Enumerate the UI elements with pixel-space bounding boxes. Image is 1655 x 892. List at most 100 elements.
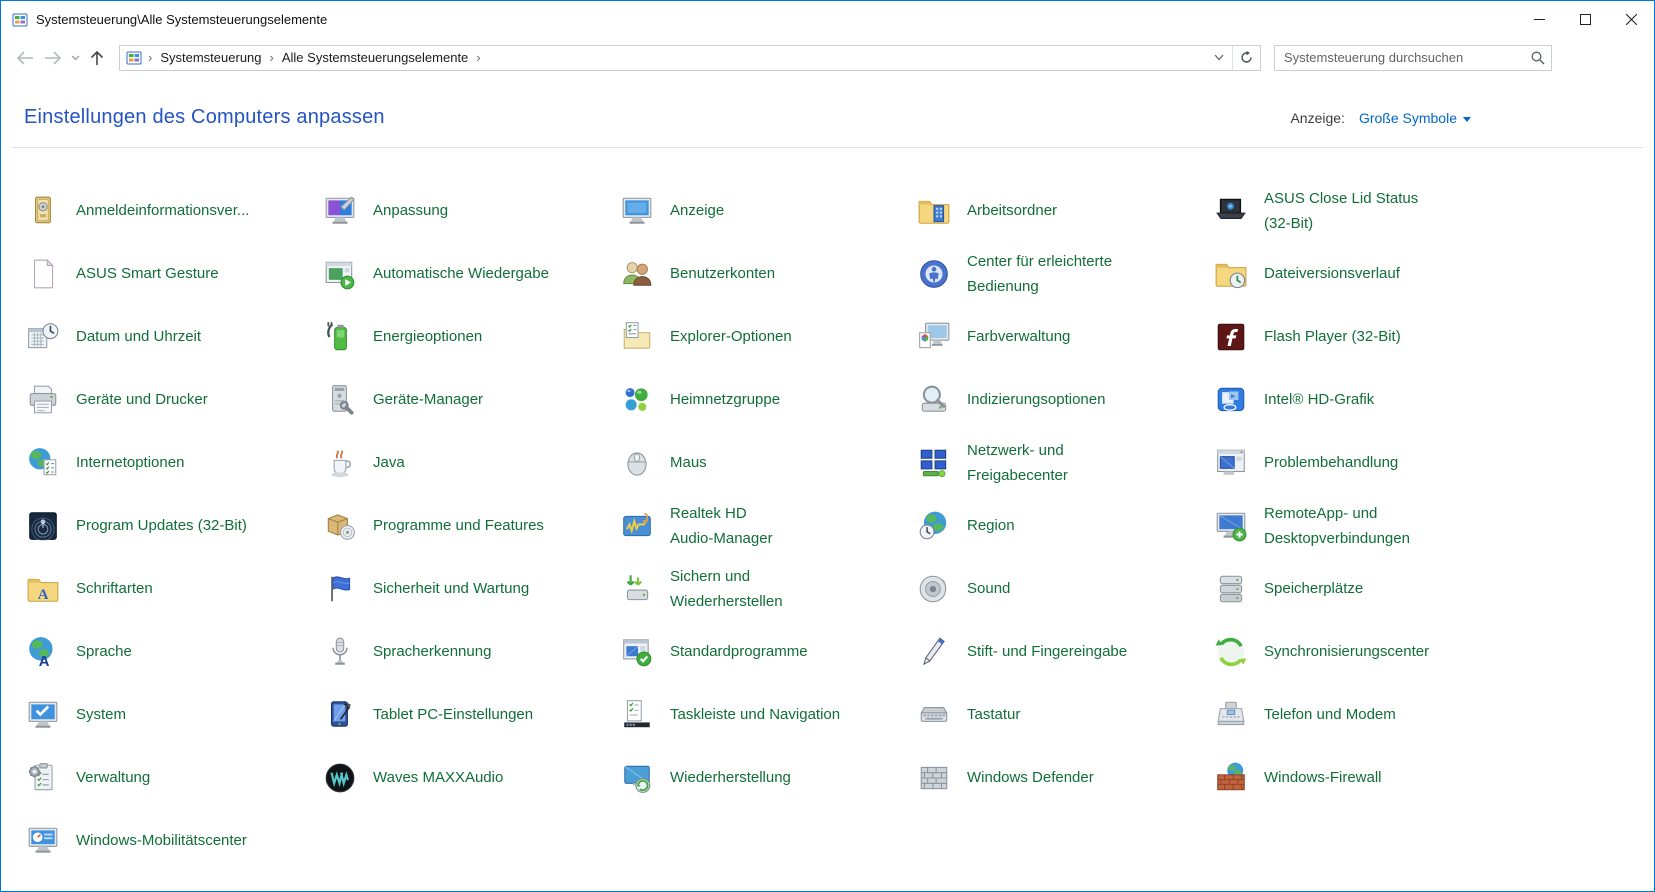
control-panel-item[interactable]: Sicherheit und Wartung — [323, 557, 620, 620]
control-panel-item[interactable]: Stift- und Fingereingabe — [917, 620, 1214, 683]
storage-spaces-icon — [1214, 572, 1248, 606]
breadcrumb-alle-systemsteuerungselemente[interactable]: Alle Systemsteuerungselemente — [276, 50, 474, 65]
mobility-center-icon — [26, 824, 60, 858]
item-label: Center für erleichterte Bedienung — [967, 249, 1112, 299]
forward-button[interactable] — [39, 44, 67, 72]
chevron-down-icon — [1463, 117, 1471, 122]
control-panel-item[interactable]: Geräte und Drucker — [26, 368, 323, 431]
item-label: Farbverwaltung — [967, 324, 1070, 349]
control-panel-item[interactable]: Tablet PC-Einstellungen — [323, 683, 620, 746]
item-label: Sicherheit und Wartung — [373, 576, 529, 601]
maximize-button[interactable] — [1562, 1, 1608, 38]
control-panel-item[interactable]: A Schriftarten — [26, 557, 323, 620]
svg-text:A: A — [38, 587, 49, 603]
control-panel-item[interactable]: Problembehandlung — [1214, 431, 1511, 494]
control-panel-item[interactable]: Taskleiste und Navigation — [620, 683, 917, 746]
item-label: Wiederherstellung — [670, 765, 791, 790]
up-button[interactable] — [83, 44, 111, 72]
control-panel-item[interactable]: Tastatur — [917, 683, 1214, 746]
speech-recognition-icon — [323, 635, 357, 669]
item-label: Geräte-Manager — [373, 387, 483, 412]
control-panel-item[interactable]: Java — [323, 431, 620, 494]
control-panel-item[interactable]: Wiederherstellung — [620, 746, 917, 809]
address-bar[interactable]: › Systemsteuerung › Alle Systemsteuerung… — [119, 45, 1261, 71]
indexing-options-icon — [917, 383, 951, 417]
control-panel-item[interactable]: Synchronisierungscenter — [1214, 620, 1511, 683]
control-panel-item[interactable]: Dateiversionsverlauf — [1214, 242, 1511, 305]
item-label: Indizierungsoptionen — [967, 387, 1105, 412]
control-panel-item[interactable]: Windows Defender — [917, 746, 1214, 809]
search-icon[interactable] — [1525, 51, 1551, 65]
credential-manager-icon — [26, 194, 60, 228]
refresh-button[interactable] — [1232, 46, 1260, 70]
document-icon — [26, 257, 60, 291]
search-box — [1274, 45, 1552, 71]
item-label: Windows-Mobilitätscenter — [76, 828, 247, 853]
control-panel-item[interactable]: A Sprache — [26, 620, 323, 683]
breadcrumb-systemsteuerung[interactable]: Systemsteuerung — [154, 50, 267, 65]
control-panel-item[interactable]: Center für erleichterte Bedienung — [917, 242, 1214, 305]
control-panel-item[interactable]: Anzeige — [620, 179, 917, 242]
waves-maxxaudio-icon — [323, 761, 357, 795]
chevron-right-icon: › — [268, 50, 276, 65]
back-button[interactable] — [11, 44, 39, 72]
item-label: Energieoptionen — [373, 324, 482, 349]
item-label: Stift- und Fingereingabe — [967, 639, 1127, 664]
troubleshooting-icon — [1214, 446, 1248, 480]
control-panel-item[interactable]: Netzwerk- und Freigabecenter — [917, 431, 1214, 494]
navigation-toolbar: › Systemsteuerung › Alle Systemsteuerung… — [1, 38, 1654, 77]
windows-firewall-icon — [1214, 761, 1248, 795]
control-panel-item[interactable]: Telefon und Modem — [1214, 683, 1511, 746]
default-programs-icon — [620, 635, 654, 669]
control-panel-item[interactable]: Waves MAXXAudio — [323, 746, 620, 809]
control-panel-item[interactable]: Indizierungsoptionen — [917, 368, 1214, 431]
control-panel-item[interactable]: Intel® HD-Grafik — [1214, 368, 1511, 431]
item-label: Netzwerk- und Freigabecenter — [967, 438, 1068, 488]
control-panel-item[interactable]: Realtek HD Audio-Manager — [620, 494, 917, 557]
control-panel-item[interactable]: Internetoptionen — [26, 431, 323, 494]
control-panel-item[interactable]: Anmeldeinformationsver... — [26, 179, 323, 242]
svg-text:A: A — [39, 653, 50, 668]
items-grid: Anmeldeinformationsver... Anpassung Anze… — [26, 179, 1511, 872]
control-panel-item[interactable]: Sound — [917, 557, 1214, 620]
control-panel-item[interactable]: Explorer-Optionen — [620, 305, 917, 368]
control-panel-item[interactable]: Anpassung — [323, 179, 620, 242]
control-panel-item[interactable]: ASUS Close Lid Status (32-Bit) — [1214, 179, 1511, 242]
control-panel-item[interactable]: Windows-Mobilitätscenter — [26, 809, 323, 872]
window-title: Systemsteuerung\Alle Systemsteuerungsele… — [36, 12, 1516, 27]
search-input[interactable] — [1275, 47, 1525, 69]
recent-pages-chevron[interactable] — [67, 44, 83, 72]
control-panel-item[interactable]: Farbverwaltung — [917, 305, 1214, 368]
item-label: Waves MAXXAudio — [373, 765, 503, 790]
control-panel-item[interactable]: ASUS Smart Gesture — [26, 242, 323, 305]
keyboard-icon — [917, 698, 951, 732]
control-panel-item[interactable]: Datum und Uhrzeit — [26, 305, 323, 368]
control-panel-item[interactable]: RemoteApp- und Desktopverbindungen — [1214, 494, 1511, 557]
control-panel-item[interactable]: Region — [917, 494, 1214, 557]
item-label: Benutzerkonten — [670, 261, 775, 286]
close-button[interactable] — [1608, 1, 1654, 38]
control-panel-item[interactable]: Energieoptionen — [323, 305, 620, 368]
control-panel-item[interactable]: Arbeitsordner — [917, 179, 1214, 242]
control-panel-item[interactable]: Geräte-Manager — [323, 368, 620, 431]
address-dropdown-chevron[interactable] — [1206, 52, 1232, 64]
control-panel-item[interactable]: Programme und Features — [323, 494, 620, 557]
control-panel-item[interactable]: Windows-Firewall — [1214, 746, 1511, 809]
control-panel-item[interactable]: Maus — [620, 431, 917, 494]
phone-modem-icon — [1214, 698, 1248, 732]
control-panel-item[interactable]: Program Updates (32-Bit) — [26, 494, 323, 557]
control-panel-item[interactable]: Standardprogramme — [620, 620, 917, 683]
view-selector[interactable]: Große Symbole — [1359, 110, 1471, 126]
control-panel-item[interactable]: Sichern und Wiederherstellen — [620, 557, 917, 620]
control-panel-item[interactable]: Verwaltung — [26, 746, 323, 809]
control-panel-item[interactable]: Flash Player (32-Bit) — [1214, 305, 1511, 368]
power-options-icon — [323, 320, 357, 354]
control-panel-item[interactable]: Benutzerkonten — [620, 242, 917, 305]
item-label: Problembehandlung — [1264, 450, 1398, 475]
control-panel-item[interactable]: Spracherkennung — [323, 620, 620, 683]
control-panel-item[interactable]: Automatische Wiedergabe — [323, 242, 620, 305]
control-panel-item[interactable]: Heimnetzgruppe — [620, 368, 917, 431]
control-panel-item[interactable]: Speicherplätze — [1214, 557, 1511, 620]
control-panel-item[interactable]: System — [26, 683, 323, 746]
minimize-button[interactable] — [1516, 1, 1562, 38]
